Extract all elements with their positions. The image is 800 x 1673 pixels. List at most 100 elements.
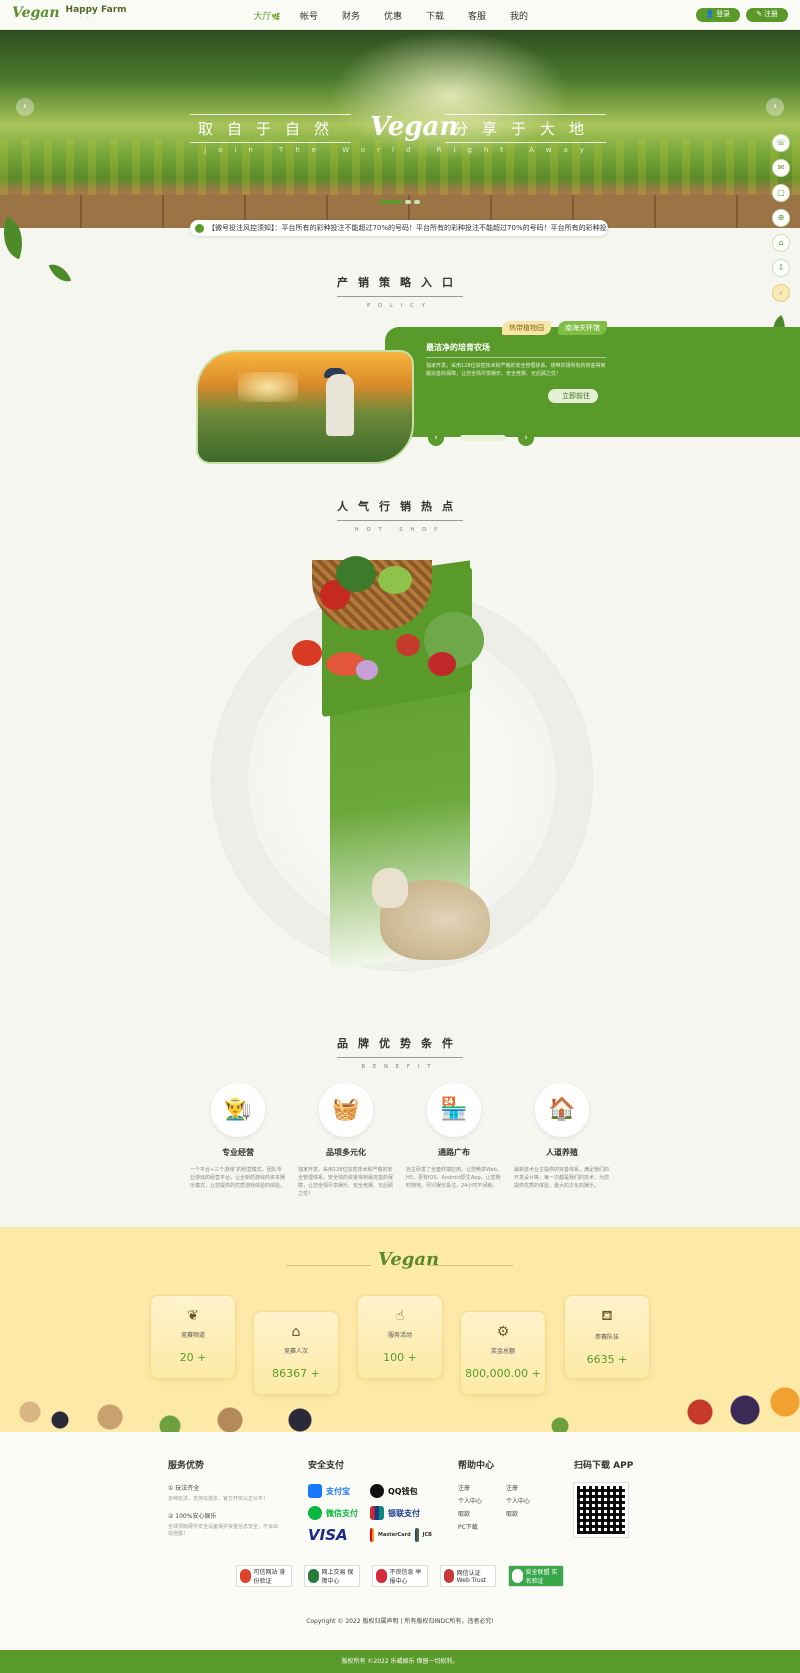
logo-name: Happy Farm xyxy=(65,5,127,15)
go-now-label: 立即前往 xyxy=(562,392,590,400)
produce-border xyxy=(0,1382,800,1432)
side-service-icon[interactable]: ☏ xyxy=(772,134,790,152)
hotshop-subtitle: HOT SHOP xyxy=(354,527,446,533)
side-gift-icon[interactable]: ⊕ xyxy=(772,209,790,227)
benefit-item-title: 品项多元化 xyxy=(326,1148,366,1157)
help-link-profile[interactable]: 个人中心 xyxy=(458,1496,506,1505)
badge-label: 安全联盟 实名验证 xyxy=(525,1569,558,1585)
register-label: 注册 xyxy=(764,11,778,18)
logo-text: Happy Farm · · · · · · · xyxy=(66,5,127,21)
footer-help-title: 帮助中心 xyxy=(458,1461,495,1471)
benefit-item-title: 人道养殖 xyxy=(546,1148,578,1157)
bottom-bar: 版权所有 ©2022 乐威娱乐 保留一切权利。 xyxy=(0,1650,800,1673)
site-logo[interactable]: Vegan Happy Farm · · · · · · · xyxy=(12,5,127,21)
benefit-subtitle: BENEFIT xyxy=(361,1064,439,1070)
wechat-pay-label: 微信支付 xyxy=(326,1508,358,1518)
policy-prev-icon[interactable]: ‹ xyxy=(428,430,444,446)
logo-subtext: · · · · · · · xyxy=(65,15,113,21)
help-link-withdraw[interactable]: 取款 xyxy=(506,1509,554,1518)
stat-value: 6635 + xyxy=(586,1353,628,1366)
badge-label: 网上交易 保障中心 xyxy=(321,1569,354,1585)
trust-badge[interactable]: 网信认证 Web Trust xyxy=(440,1565,496,1587)
hotshop-title: 人气行销热点 xyxy=(337,498,463,521)
hand-icon: ☝ xyxy=(395,1308,405,1324)
benefit-item-title: 通路广布 xyxy=(438,1148,470,1157)
badge-icon xyxy=(512,1569,523,1583)
tab-tropical-garden[interactable]: 热带植物园 xyxy=(502,321,551,335)
benefit-item-title: 专业经营 xyxy=(222,1148,254,1157)
nav-lobby[interactable]: 大厅 xyxy=(246,9,288,22)
trust-badge[interactable]: 不良信息 举报中心 xyxy=(372,1565,428,1587)
banner-dot[interactable] xyxy=(414,200,420,204)
benefit-item: 🧺 品项多元化 独家开发，采用128位加密技术和严格的安全管理体系，安全快的资金… xyxy=(298,1083,394,1198)
payment-grid: 支付宝 QQ钱包 微信支付 银联支付 VISA MasterCard JCB xyxy=(308,1483,432,1549)
stat-label: 奖金总额 xyxy=(490,1348,515,1355)
nav-download[interactable]: 下载 xyxy=(414,9,456,22)
footer-service: 服务优势 ① 玩法齐全 多种玩法，支持充值多，官方开奖公正公平！ ② 100%安… xyxy=(168,1458,278,1546)
auth-buttons: 👤 登录 ✎ 注册 xyxy=(695,8,788,22)
trust-badge[interactable]: 网上交易 保障中心 xyxy=(304,1565,360,1587)
banner-dot[interactable] xyxy=(405,200,411,204)
qr-code-icon[interactable] xyxy=(573,1482,629,1538)
login-button[interactable]: 👤 登录 xyxy=(695,8,741,22)
jcb-label: JCB xyxy=(422,1532,432,1538)
policy-subtitle: POLICY xyxy=(367,303,433,309)
qq-wallet-label: QQ钱包 xyxy=(388,1486,418,1496)
sunset-glow xyxy=(238,372,298,402)
help-link-register[interactable]: 注册 xyxy=(458,1483,506,1492)
go-now-button[interactable]: 立即前往 xyxy=(548,389,598,403)
help-links: 注册 注册 个人中心 个人中心 取款 取款 PC下载 xyxy=(458,1483,558,1531)
trust-badge[interactable]: 可信网站 身份验证 xyxy=(236,1565,292,1587)
footer-app-title: 扫码下载 APP xyxy=(574,1461,634,1471)
farmer-icon: 👨‍🌾 xyxy=(211,1083,265,1137)
banner-left-text: 取自于自然 xyxy=(190,114,352,143)
help-link-withdraw[interactable]: 取款 xyxy=(458,1509,506,1518)
benefit-item: 👨‍🌾 专业经营 一个平台+三个游戏“的经营模式，团队专业游戏的经营平台，让全新… xyxy=(190,1083,286,1198)
qq-wallet-logo: QQ钱包 xyxy=(370,1483,432,1499)
policy-next-icon[interactable]: › xyxy=(518,430,534,446)
stat-label: 竞赛人次 xyxy=(283,1348,308,1355)
nav-support[interactable]: 客服 xyxy=(456,9,498,22)
help-link-profile[interactable]: 个人中心 xyxy=(506,1496,554,1505)
side-home-icon[interactable]: ⌂ xyxy=(772,234,790,252)
stat-label: 参赛队伍 xyxy=(594,1334,619,1341)
divider xyxy=(428,1265,513,1266)
benefit-item-desc: 一个平台+三个游戏“的经营模式，团队专业游戏的经营平台，让全新的游戏的资本娱乐模… xyxy=(190,1167,286,1189)
benefit-list: 👨‍🌾 专业经营 一个平台+三个游戏“的经营模式，团队专业游戏的经营平台，让全新… xyxy=(190,1083,610,1198)
stat-card: ❦ 竞赛频道 20 + xyxy=(150,1295,236,1379)
banner-dot-active[interactable] xyxy=(380,200,402,204)
help-link-pc-download[interactable]: PC下载 xyxy=(458,1522,506,1531)
benefit-item-desc: 独家开发，采用128位加密技术和严格的安全管理体系，安全快的资金得到最完善的保障… xyxy=(298,1167,394,1197)
side-chat-icon[interactable]: ✉ xyxy=(772,159,790,177)
nav-mine[interactable]: 我的 xyxy=(498,9,540,22)
stat-card: ⛾ 参赛队伍 6635 + xyxy=(564,1295,650,1379)
policy-title: 产销策略入口 xyxy=(337,274,463,297)
stat-value: 20 + xyxy=(179,1351,207,1364)
help-link-register[interactable]: 注册 xyxy=(506,1483,554,1492)
tomato xyxy=(396,634,420,656)
trust-badge[interactable]: 安全联盟 实名验证 xyxy=(508,1565,564,1587)
megaphone-icon xyxy=(195,224,204,233)
tab-care-hall[interactable]: 南海关怀馆 xyxy=(558,321,607,335)
banner-next-icon[interactable]: › xyxy=(766,98,784,116)
policy-image-farmer xyxy=(196,350,414,464)
badge-icon xyxy=(240,1569,251,1583)
stats-band: Vegan ❦ 竞赛频道 20 + ⌂ 竞赛人次 86367 + ☝ 服务活动 … xyxy=(0,1227,800,1432)
nav-finance[interactable]: 财务 xyxy=(330,9,372,22)
banner-prev-icon[interactable]: ‹ xyxy=(16,98,34,116)
crate-icon: 🧺 xyxy=(319,1083,373,1137)
nav-account[interactable]: 帐号 xyxy=(288,9,330,22)
nav-promotions[interactable]: 优惠 xyxy=(372,9,414,22)
service-item-desc: 多种玩法，支持充值多，官方开奖公正公平！ xyxy=(168,1496,269,1502)
milk-icon: ⛾ xyxy=(601,1308,613,1324)
hotshop-section-title: 人气行销热点 HOT SHOP xyxy=(0,498,800,533)
policy-section-title: 产销策略入口 POLICY xyxy=(0,274,800,309)
side-app-icon[interactable]: ▢ xyxy=(772,184,790,202)
visa-label: VISA xyxy=(308,1526,348,1544)
notice-marquee[interactable]: 【微号投注风控须知】：平台所有的彩种投注不能超过70%的号码！平台所有的彩种投注… xyxy=(190,220,608,236)
mastercard-logo: MasterCard JCB xyxy=(370,1527,432,1543)
logo-mark: Vegan xyxy=(12,5,60,21)
footer-app: 扫码下载 APP xyxy=(573,1458,664,1538)
service-item-desc: 全球顶级硬件安全设备保护资金信息安全，不会出现泄露！ xyxy=(168,1524,279,1537)
register-button[interactable]: ✎ 注册 xyxy=(746,8,788,22)
